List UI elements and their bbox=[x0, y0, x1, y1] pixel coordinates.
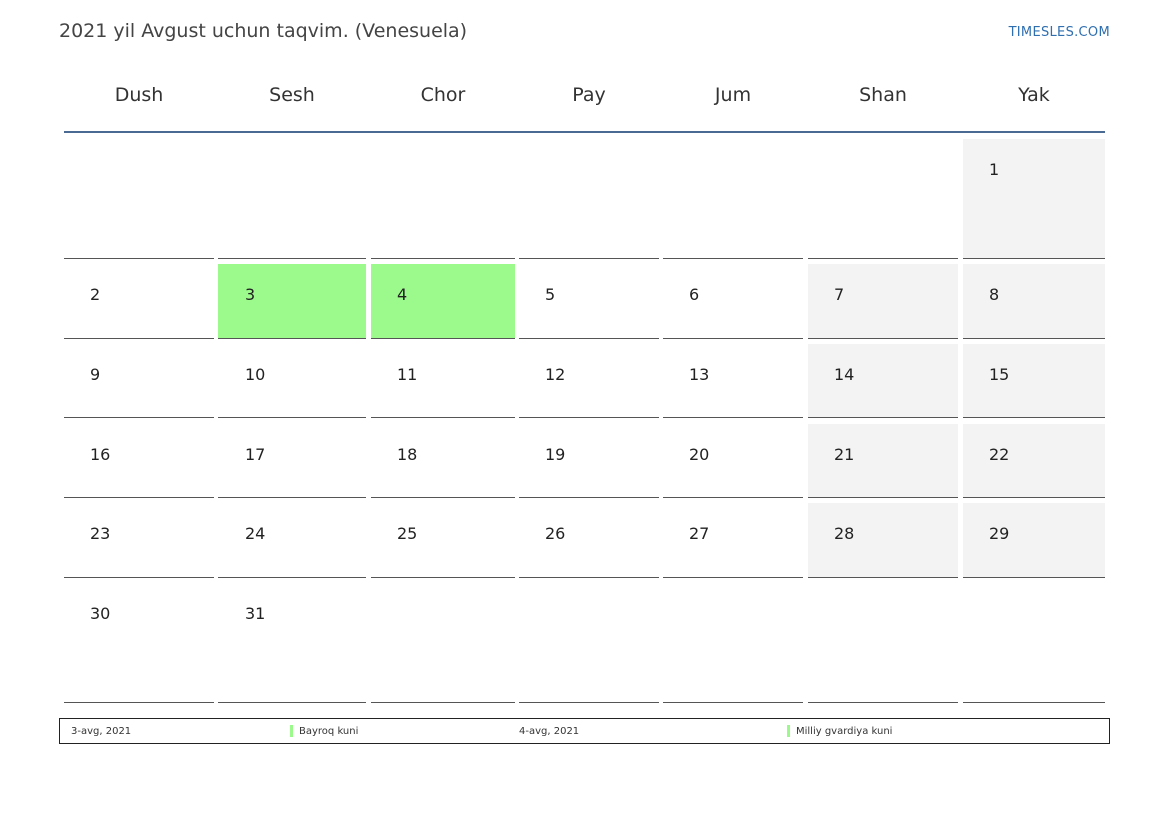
calendar-day-cell[interactable]: 18 bbox=[371, 424, 515, 498]
calendar-day-cell[interactable]: 3 bbox=[218, 264, 366, 339]
weekday-label: Yak bbox=[1018, 84, 1050, 106]
weekday-label: Sesh bbox=[269, 84, 315, 106]
day-number: 12 bbox=[545, 365, 566, 384]
calendar-day-cell[interactable]: 21 bbox=[808, 424, 958, 498]
calendar-day-cell[interactable]: 12 bbox=[519, 344, 659, 418]
calendar-day-cell[interactable]: 26 bbox=[519, 503, 659, 578]
calendar-day-cell[interactable]: 2 bbox=[64, 264, 214, 339]
day-number: 4 bbox=[397, 285, 408, 304]
day-number: 2 bbox=[90, 285, 101, 304]
calendar-day-cell[interactable]: 17 bbox=[218, 424, 366, 498]
calendar-day-cell[interactable]: 30 bbox=[64, 583, 214, 703]
calendar-empty-cell bbox=[519, 583, 659, 703]
calendar-day-cell[interactable]: 22 bbox=[963, 424, 1105, 498]
day-number: 10 bbox=[245, 365, 266, 384]
day-number: 24 bbox=[245, 524, 266, 543]
calendar-day-cell[interactable]: 6 bbox=[663, 264, 803, 339]
day-number: 31 bbox=[245, 604, 266, 623]
calendar-empty-cell bbox=[663, 139, 803, 259]
day-number: 20 bbox=[689, 445, 710, 464]
calendar-day-cell[interactable]: 10 bbox=[218, 344, 366, 418]
weekday-label: Pay bbox=[572, 84, 606, 106]
header-divider bbox=[64, 131, 1105, 133]
calendar-empty-cell bbox=[218, 139, 366, 259]
calendar-day-cell[interactable]: 5 bbox=[519, 264, 659, 339]
calendar-day-cell[interactable]: 8 bbox=[963, 264, 1105, 339]
calendar-empty-cell bbox=[663, 583, 803, 703]
calendar-day-cell[interactable]: 25 bbox=[371, 503, 515, 578]
day-number: 27 bbox=[689, 524, 710, 543]
day-number: 25 bbox=[397, 524, 418, 543]
day-number: 22 bbox=[989, 445, 1010, 464]
calendar-day-cell[interactable]: 13 bbox=[663, 344, 803, 418]
legend-color-swatch bbox=[787, 725, 790, 737]
calendar-day-cell[interactable]: 7 bbox=[808, 264, 958, 339]
calendar-day-cell[interactable]: 28 bbox=[808, 503, 958, 578]
day-number: 17 bbox=[245, 445, 266, 464]
calendar-day-cell[interactable]: 4 bbox=[371, 264, 515, 339]
day-number: 9 bbox=[90, 365, 101, 384]
calendar-day-cell[interactable]: 15 bbox=[963, 344, 1105, 418]
day-number: 26 bbox=[545, 524, 566, 543]
holiday-legend: 3-avg, 2021 Bayroq kuni 4-avg, 2021 Mill… bbox=[59, 718, 1110, 744]
calendar-empty-cell bbox=[371, 583, 515, 703]
day-number: 18 bbox=[397, 445, 418, 464]
legend-color-swatch bbox=[290, 725, 293, 737]
calendar-empty-cell bbox=[808, 139, 958, 259]
day-number: 28 bbox=[834, 524, 855, 543]
calendar-day-cell[interactable]: 9 bbox=[64, 344, 214, 418]
legend-date: 3-avg, 2021 bbox=[71, 726, 132, 737]
day-number: 7 bbox=[834, 285, 845, 304]
weekday-label: Shan bbox=[859, 84, 907, 106]
calendar-day-cell[interactable]: 16 bbox=[64, 424, 214, 498]
calendar-empty-cell bbox=[371, 139, 515, 259]
calendar-empty-cell bbox=[963, 583, 1105, 703]
calendar-day-cell[interactable]: 27 bbox=[663, 503, 803, 578]
day-number: 6 bbox=[689, 285, 700, 304]
day-number: 21 bbox=[834, 445, 855, 464]
weekday-label: Chor bbox=[420, 84, 466, 106]
calendar-empty-cell bbox=[64, 139, 214, 259]
weekday-label: Jum bbox=[714, 84, 752, 106]
calendar-day-cell[interactable]: 29 bbox=[963, 503, 1105, 578]
day-number: 5 bbox=[545, 285, 556, 304]
calendar-day-cell[interactable]: 31 bbox=[218, 583, 366, 703]
calendar-day-cell[interactable]: 14 bbox=[808, 344, 958, 418]
day-number: 11 bbox=[397, 365, 418, 384]
calendar-day-cell[interactable]: 24 bbox=[218, 503, 366, 578]
day-number: 16 bbox=[90, 445, 111, 464]
day-number: 15 bbox=[989, 365, 1010, 384]
calendar-day-cell[interactable]: 1 bbox=[963, 139, 1105, 259]
weekday-label: Dush bbox=[114, 84, 164, 106]
calendar-day-cell[interactable]: 19 bbox=[519, 424, 659, 498]
day-number: 29 bbox=[989, 524, 1010, 543]
day-number: 8 bbox=[989, 285, 1000, 304]
day-number: 1 bbox=[989, 160, 1000, 179]
legend-name: Milliy gvardiya kuni bbox=[796, 726, 893, 737]
legend-date: 4-avg, 2021 bbox=[519, 726, 580, 737]
weekday-header: Dush Sesh Chor Pay Jum Shan Yak bbox=[64, 84, 1105, 112]
brand-link[interactable]: TIMESLES.COM bbox=[1009, 25, 1110, 40]
day-number: 3 bbox=[245, 285, 256, 304]
calendar-day-cell[interactable]: 20 bbox=[663, 424, 803, 498]
day-number: 19 bbox=[545, 445, 566, 464]
calendar-day-cell[interactable]: 23 bbox=[64, 503, 214, 578]
day-number: 30 bbox=[90, 604, 111, 623]
day-number: 13 bbox=[689, 365, 710, 384]
day-number: 14 bbox=[834, 365, 855, 384]
calendar-empty-cell bbox=[808, 583, 958, 703]
calendar-day-cell[interactable]: 11 bbox=[371, 344, 515, 418]
page-title: 2021 yil Avgust uchun taqvim. (Venesuela… bbox=[59, 20, 468, 42]
calendar-empty-cell bbox=[519, 139, 659, 259]
day-number: 23 bbox=[90, 524, 111, 543]
legend-name: Bayroq kuni bbox=[299, 726, 359, 737]
